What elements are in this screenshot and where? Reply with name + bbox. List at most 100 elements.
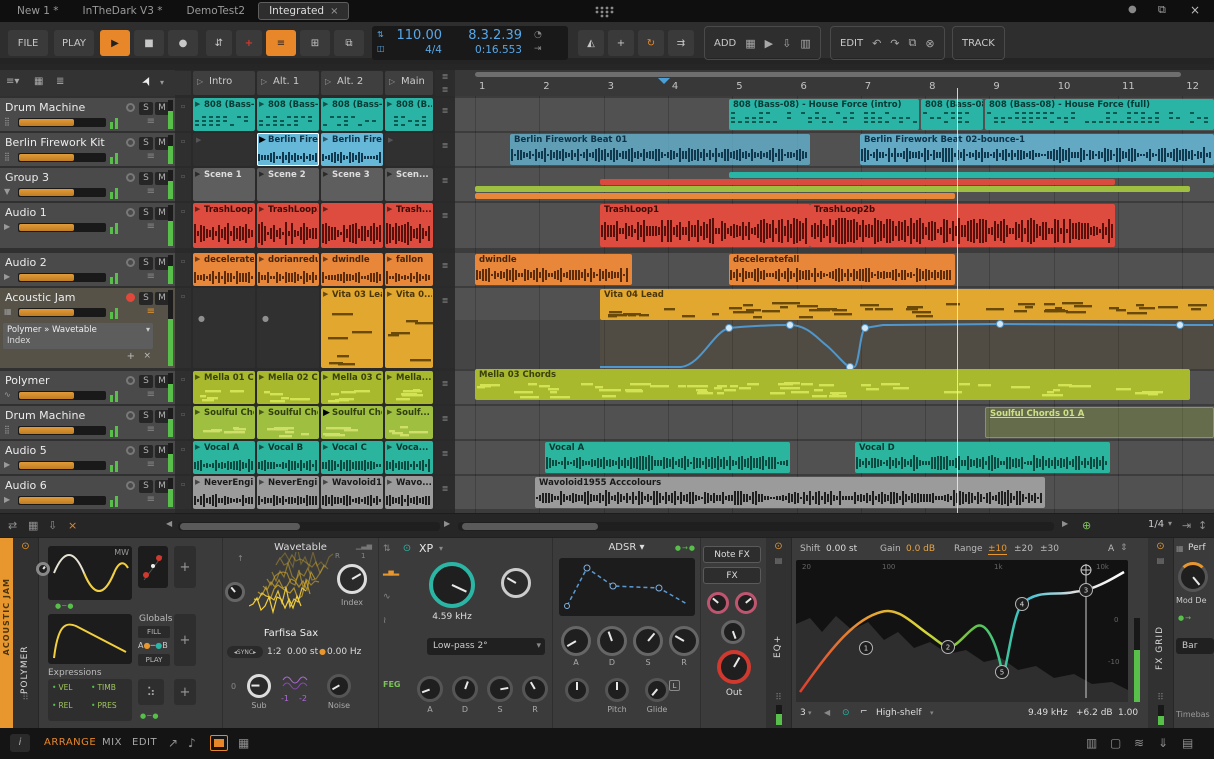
inspector-panel-icon[interactable]: ▥ <box>1086 736 1097 750</box>
pan-knob[interactable] <box>735 592 757 614</box>
chevron-down-icon[interactable]: ▾ <box>808 709 812 717</box>
add-modulator-button[interactable]: + <box>127 351 135 362</box>
launcher-row-menu[interactable]: ≣ <box>435 98 455 131</box>
clip-launcher-record-button[interactable]: ≡ <box>266 30 296 56</box>
clip-slot[interactable]: ▶ Trash... <box>385 203 433 248</box>
scene-column-header[interactable]: ▷ Alt. 2 <box>321 71 383 95</box>
launcher-scrollbar[interactable] <box>178 522 440 531</box>
eq-power-icon[interactable]: ⊙ <box>766 541 791 552</box>
arranger-scrollbar[interactable] <box>458 522 1054 531</box>
clip-play-icon[interactable]: ▶ <box>195 170 200 178</box>
up-arrow-icon[interactable]: ↑ <box>237 554 244 563</box>
clip-play-icon[interactable]: ▶ <box>259 443 264 451</box>
swap-icon[interactable]: ⇄ <box>8 519 17 532</box>
glide-legato-badge[interactable]: L <box>669 680 680 691</box>
track-menu-icon[interactable]: ≡ <box>147 306 155 317</box>
stop-button[interactable]: ■ <box>134 30 164 56</box>
bend-knob[interactable] <box>565 678 589 702</box>
envelope-shape-display[interactable] <box>48 614 132 664</box>
record-arm-button[interactable] <box>126 446 135 455</box>
chevron-down-icon[interactable]: ▾ <box>439 544 443 553</box>
clip-slot[interactable]: ▶ 808 (Bass-... <box>193 98 255 131</box>
ab-morph[interactable]: A●─●B <box>138 641 168 650</box>
track-header[interactable]: Audio 2 S M ▶ ≡ <box>0 253 175 286</box>
clip-stop-cell[interactable]: ▫ <box>175 371 191 404</box>
amp-decay-knob[interactable] <box>597 626 627 656</box>
fxgrid-device-tab[interactable]: ⊙ ▤ FX GRID ⠿ <box>1148 538 1174 729</box>
expand-icon[interactable]: ↗ <box>168 736 178 750</box>
clip-slot[interactable]: ▶ Vita 03 Lead <box>321 288 383 368</box>
filter-attack-knob[interactable] <box>417 676 443 702</box>
spread-knob[interactable] <box>707 592 729 614</box>
clip-slot[interactable]: ● <box>193 288 255 368</box>
dual-panel-button[interactable]: ⧉ <box>334 30 364 56</box>
output-knob[interactable] <box>717 650 751 684</box>
clip-slot[interactable]: ▶ Vocal A <box>193 441 255 474</box>
track-list-mode-icon[interactable]: ≡▾ <box>6 76 19 87</box>
clip-play-icon[interactable]: ▶ <box>195 443 200 451</box>
mute-button[interactable]: M <box>155 137 169 150</box>
clip-stop-cell[interactable]: ▫ <box>175 441 191 474</box>
pres-button[interactable]: PRES <box>91 701 128 717</box>
clip-slot[interactable]: ▶ Wavoloid1... <box>321 476 383 509</box>
glide-knob[interactable] <box>645 678 669 702</box>
edit-view-button[interactable]: EDIT <box>132 737 157 748</box>
clip-slot[interactable]: ▶ Scen... <box>385 168 433 201</box>
record-arm-button[interactable] <box>126 103 135 112</box>
mute-button[interactable]: M <box>155 172 169 185</box>
clip-stop-cell[interactable]: ▫ <box>175 253 191 286</box>
clip-play-icon[interactable]: ▶ <box>259 100 264 108</box>
launcher-scroll-left-icon[interactable]: ◀ <box>166 519 172 528</box>
gain-value[interactable]: 0.0 dB <box>906 544 935 554</box>
track-header[interactable]: Berlin Firework Kit S M ⣿ ≡ <box>0 133 175 166</box>
device-power-icon[interactable]: ⊙ <box>13 541 38 552</box>
unison-2-value[interactable]: -2 <box>299 694 307 703</box>
clip-slot[interactable]: ▶ NeverEngin... <box>193 476 255 509</box>
arranger-clip[interactable]: 808 (Bass-08) - House Force (intro) <box>729 99 919 130</box>
vertical-zoom-icon[interactable]: ↕ <box>1198 519 1207 532</box>
route-icon[interactable]: ⇅ <box>383 544 391 554</box>
clip-slot[interactable]: ▶ Scene 2 <box>257 168 319 201</box>
track-menu-icon[interactable]: ≡ <box>147 459 155 470</box>
clip-slot[interactable]: ▶ <box>193 133 255 166</box>
undo-icon[interactable]: ↶ <box>872 37 881 50</box>
keyboard-panel-icon[interactable]: ▤ <box>1182 736 1193 750</box>
solo-button[interactable]: S <box>139 375 153 388</box>
add-fx-icon[interactable]: ▥ <box>800 37 810 50</box>
snap-icon[interactable]: ⇥ <box>1182 519 1191 532</box>
launcher-row-menu[interactable]: ≣ <box>435 133 455 166</box>
launcher-row-menu[interactable]: ≣ <box>435 288 455 368</box>
clip-slot[interactable]: ▶Soulful Cho... <box>321 406 383 439</box>
shift-value[interactable]: 0.00 st <box>826 544 857 554</box>
transport-display[interactable]: ⇅ ◫ 110.00 4/4 8.3.2.39 0:16.553 ◔ ⇥ <box>372 26 568 60</box>
clip-play-icon[interactable]: ▶ <box>387 443 392 451</box>
band-gain-value[interactable]: +6.2 dB <box>1076 708 1113 718</box>
add-expression-button[interactable]: + <box>174 679 196 705</box>
clip-play-icon[interactable]: ▶ <box>195 478 200 486</box>
amp-sustain-knob[interactable] <box>633 626 663 656</box>
track-menu-icon[interactable]: ≡ <box>147 116 155 127</box>
clip-slot[interactable]: ▶ Soulf... <box>385 406 433 439</box>
fx-tab[interactable]: FX <box>703 567 761 584</box>
solo-button[interactable]: S <box>139 445 153 458</box>
band-shape-icon[interactable]: ⌐ <box>860 707 868 717</box>
clip-play-icon[interactable]: ▶ <box>259 205 264 213</box>
sub-value[interactable]: 0 <box>231 682 236 691</box>
remove-modulator-button[interactable]: × <box>143 351 151 361</box>
clip-play-icon[interactable]: ▶ <box>195 205 200 213</box>
record-arm-button[interactable] <box>126 173 135 182</box>
record-arm-button[interactable] <box>126 138 135 147</box>
grid-icon[interactable]: ▦ <box>28 519 38 532</box>
arranger-scroll-right-icon[interactable]: ▶ <box>1062 519 1068 528</box>
clip-slot[interactable]: ▶ fallon <box>385 253 433 286</box>
solo-button[interactable]: S <box>139 207 153 220</box>
xy-pad[interactable] <box>138 546 168 588</box>
mute-button[interactable]: M <box>155 292 169 305</box>
record-arm-button[interactable] <box>126 376 135 385</box>
perf-knob[interactable] <box>1178 562 1208 592</box>
scene-column-header[interactable]: ▷ Intro <box>193 71 255 95</box>
clip-slot[interactable]: ▶ Wavo... <box>385 476 433 509</box>
track-menu-icon[interactable]: ≡ <box>147 221 155 232</box>
clip-slot[interactable]: ▶ Mella 01 C... <box>193 371 255 404</box>
track-header[interactable]: Acoustic Jam S M ▦ ≡ Polymer » Wavetable Index… <box>0 288 175 368</box>
